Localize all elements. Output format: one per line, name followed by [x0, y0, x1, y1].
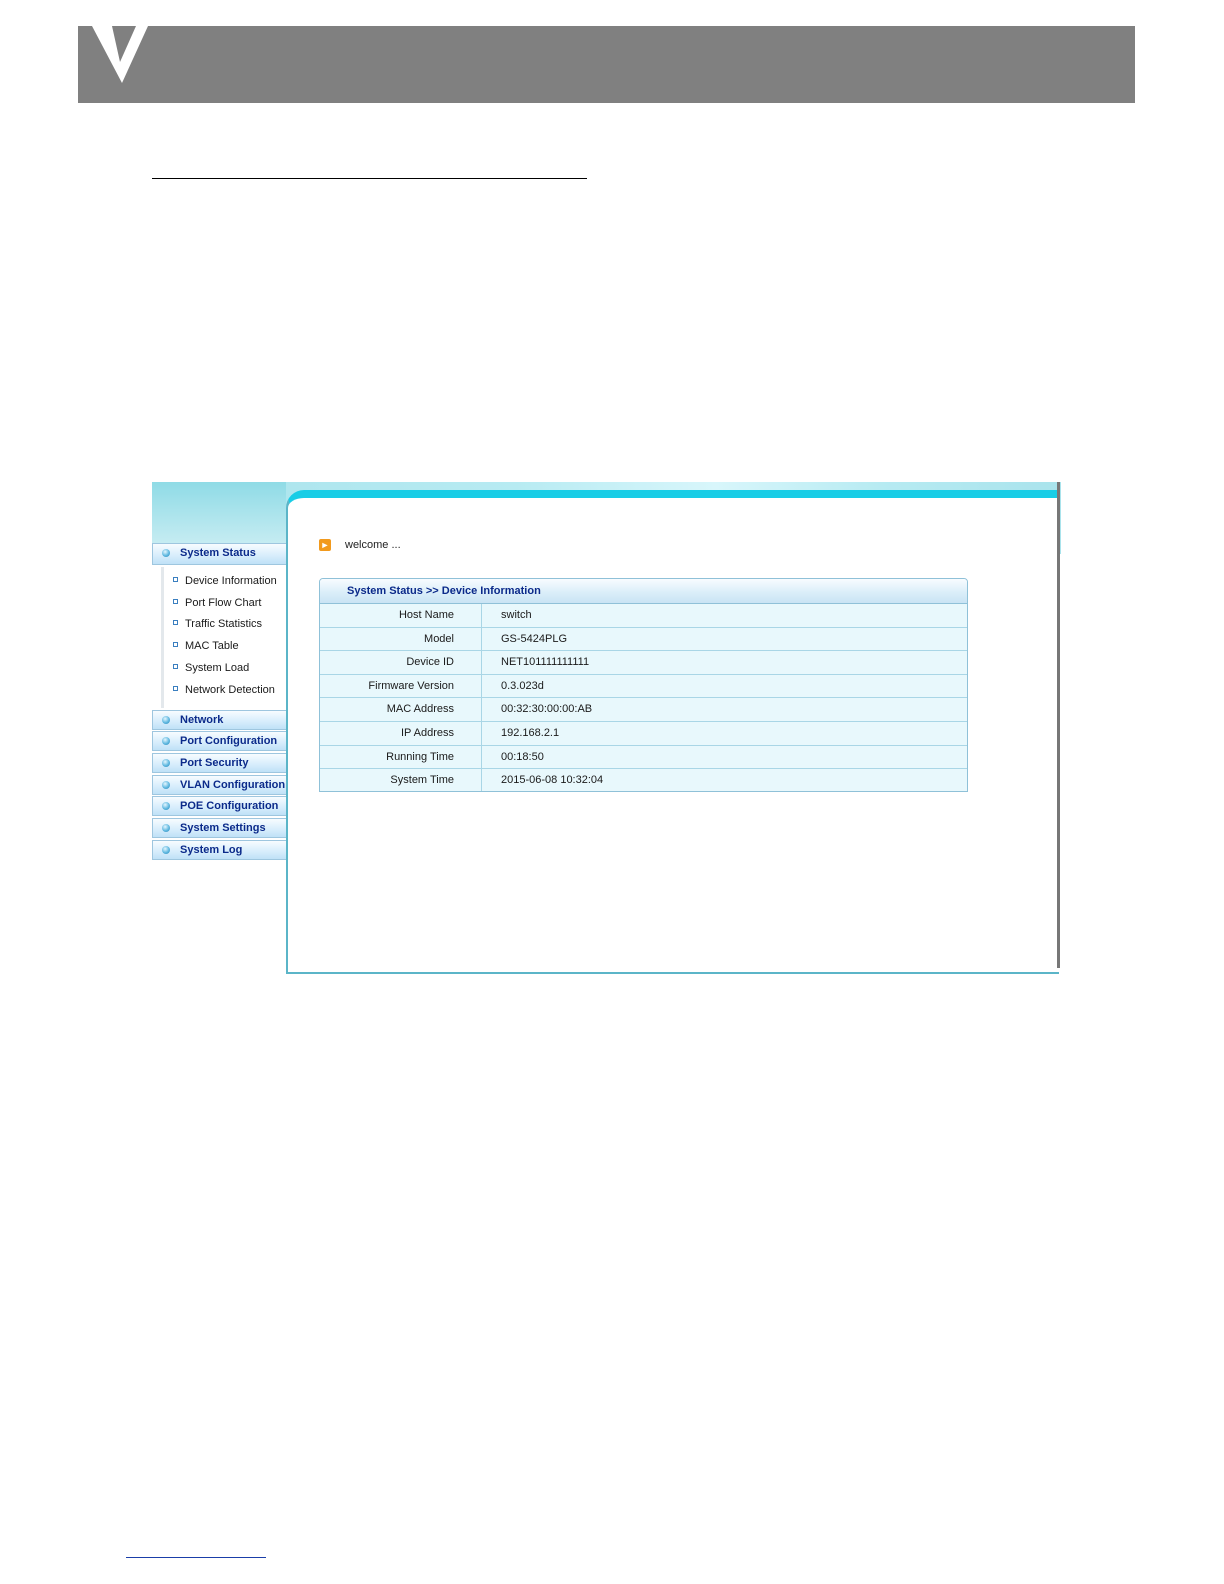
- menu-label: POE Configuration: [180, 800, 279, 813]
- table-row: Firmware Version 0.3.023d: [320, 674, 967, 699]
- row-label: Device ID: [320, 651, 482, 674]
- menu-vlan-configuration[interactable]: VLAN Configuration: [152, 774, 286, 795]
- submenu-item-mac-table[interactable]: MAC Table: [173, 640, 239, 652]
- square-bullet-icon: [173, 577, 178, 583]
- bullet-icon: [162, 549, 170, 557]
- table-row: IP Address 192.168.2.1: [320, 721, 967, 746]
- menu-port-configuration[interactable]: Port Configuration: [152, 731, 286, 752]
- bullet-icon: [162, 845, 170, 854]
- bullet-icon: [162, 802, 170, 811]
- table-row: System Time 2015-06-08 10:32:04: [320, 769, 967, 791]
- web-ui-screenshot: System Status Device Information Port Fl…: [152, 482, 1061, 974]
- bullet-icon: [162, 824, 170, 833]
- row-label: IP Address: [320, 721, 482, 745]
- submenu-item-traffic-statistics[interactable]: Traffic Statistics: [173, 618, 262, 630]
- menu-label: Network: [180, 713, 224, 726]
- device-info-title: System Status >> Device Information: [320, 579, 967, 604]
- sidebar-menu: System Status Device Information Port Fl…: [152, 543, 286, 862]
- row-label: Host Name: [320, 604, 482, 627]
- row-value: 0.3.023d: [501, 679, 544, 692]
- brand-logo-icon: [92, 26, 148, 83]
- table-row: MAC Address 00:32:30:00:00:AB: [320, 698, 967, 722]
- bullet-icon: [162, 780, 170, 789]
- row-value: NET101111111111: [501, 656, 590, 669]
- square-bullet-icon: [173, 642, 178, 648]
- table-row: Host Name switch: [320, 604, 967, 628]
- menu-poe-configuration[interactable]: POE Configuration: [152, 796, 286, 817]
- submenu-item-device-information[interactable]: Device Information: [173, 575, 277, 587]
- menu-system-settings[interactable]: System Settings: [152, 818, 286, 839]
- row-label: Running Time: [320, 745, 482, 769]
- menu-label: System Settings: [180, 822, 266, 835]
- submenu-item-system-load[interactable]: System Load: [173, 662, 249, 674]
- row-value: 00:32:30:00:00:AB: [501, 703, 593, 716]
- row-value: switch: [501, 609, 532, 621]
- bullet-icon: [162, 759, 170, 768]
- row-label: System Time: [320, 769, 482, 791]
- system-status-submenu: Device Information Port Flow Chart Traff…: [161, 566, 286, 708]
- row-label: Firmware Version: [320, 674, 482, 698]
- frame-edge: [1057, 482, 1060, 968]
- welcome-text: welcome ...: [345, 539, 401, 551]
- square-bullet-icon: [173, 620, 178, 626]
- bullet-icon: [162, 715, 170, 724]
- square-bullet-icon: [173, 664, 178, 670]
- document-header-bar: [78, 26, 1135, 103]
- menu-network[interactable]: Network: [152, 709, 286, 730]
- menu-port-security[interactable]: Port Security: [152, 753, 286, 774]
- table-row: Running Time 00:18:50: [320, 745, 967, 770]
- menu-label: System Log: [180, 843, 243, 856]
- row-value: 2015-06-08 10:32:04: [501, 774, 604, 787]
- menu-label: Port Security: [180, 757, 249, 770]
- submenu-item-port-flow-chart[interactable]: Port Flow Chart: [173, 597, 261, 609]
- menu-system-log[interactable]: System Log: [152, 839, 286, 860]
- menu-label: VLAN Configuration: [180, 778, 286, 791]
- speaker-icon: ►: [319, 539, 331, 551]
- menu-label: System Status: [180, 547, 256, 559]
- menu-label: Port Configuration: [180, 735, 278, 748]
- row-label: Model: [320, 627, 482, 651]
- table-row: Model GS-5424PLG: [320, 627, 967, 652]
- row-value: GS-5424PLG: [501, 632, 568, 645]
- square-bullet-icon: [173, 599, 178, 605]
- submenu-item-network-detection[interactable]: Network Detection: [173, 684, 275, 696]
- device-info-table: System Status >> Device Information Host…: [319, 578, 968, 792]
- footer-link-rule: [126, 1557, 266, 1558]
- bullet-icon: [162, 737, 170, 746]
- heading-rule: [152, 178, 587, 179]
- row-value: 192.168.2.1: [501, 726, 560, 739]
- square-bullet-icon: [173, 686, 178, 692]
- row-label: MAC Address: [320, 698, 482, 721]
- table-row: Device ID NET101111111111: [320, 651, 967, 675]
- menu-system-status[interactable]: System Status: [152, 543, 286, 565]
- row-value: 00:18:50: [501, 750, 544, 763]
